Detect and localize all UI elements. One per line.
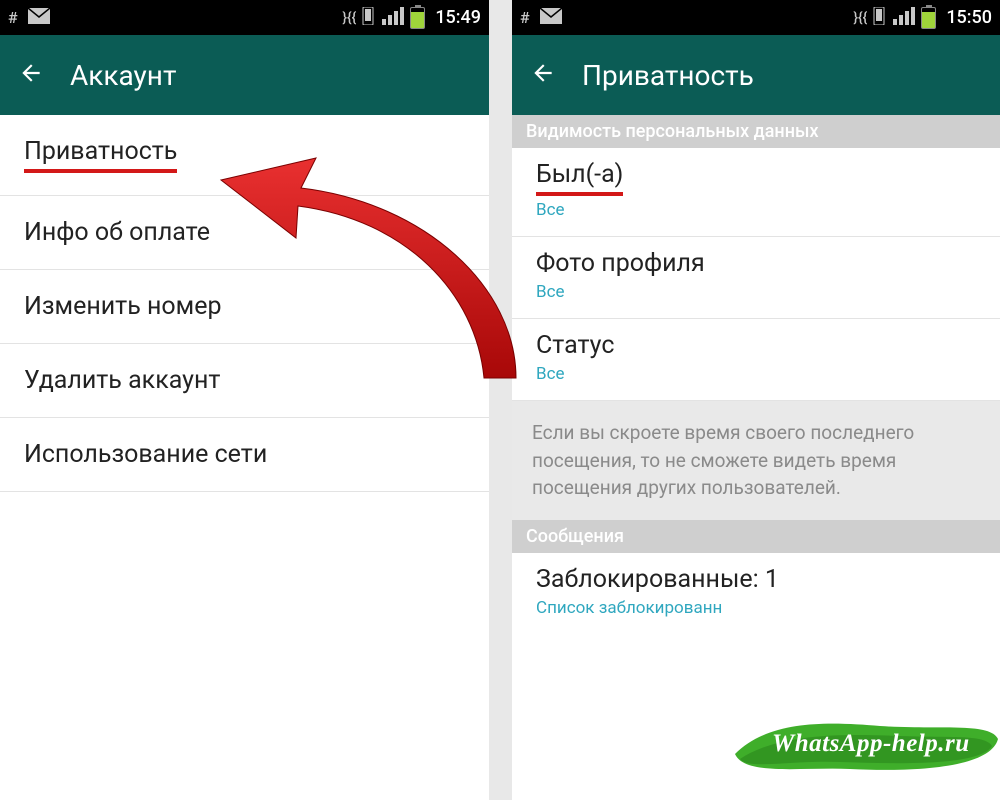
- row-profile-photo-label: Фото профиля: [536, 249, 976, 278]
- section-messages: Сообщения: [512, 520, 1000, 553]
- back-icon[interactable]: [530, 60, 556, 90]
- row-status-value: Все: [536, 364, 976, 384]
- watermark: WhatsApp-help.ru: [730, 714, 1000, 778]
- row-last-seen[interactable]: Был(-а) Все: [512, 148, 1000, 237]
- row-profile-photo-value: Все: [536, 282, 976, 302]
- appbar: Аккаунт: [0, 35, 489, 115]
- vibrate-icon: }{{: [853, 10, 867, 26]
- row-blocked-value: Список заблокированн: [536, 598, 976, 618]
- item-privacy-label: Приватность: [24, 137, 177, 173]
- row-last-seen-label: Был(-а): [536, 160, 623, 196]
- item-change-number[interactable]: Изменить номер: [0, 270, 489, 344]
- row-profile-photo[interactable]: Фото профиля Все: [512, 237, 1000, 319]
- battery-icon: [410, 7, 425, 29]
- status-time: 15:49: [435, 7, 481, 28]
- mail-icon: [28, 8, 50, 28]
- screen-account: # }{{ 15:49 Аккаунт Приватность Инфо об …: [0, 0, 489, 800]
- section-visibility: Видимость персональных данных: [512, 115, 1000, 148]
- data-icon: [873, 7, 885, 29]
- status-bar: # }{{ 15:49: [0, 0, 489, 35]
- back-icon[interactable]: [18, 60, 44, 90]
- row-status-label: Статус: [536, 331, 976, 360]
- battery-icon: [921, 7, 936, 29]
- row-status[interactable]: Статус Все: [512, 319, 1000, 401]
- hash-icon: #: [520, 8, 530, 27]
- watermark-text: WhatsApp-help.ru: [772, 730, 970, 758]
- status-time: 15:50: [946, 7, 992, 28]
- screen-privacy: # }{{ 15:50 Приватность Видимость персон…: [512, 0, 1000, 800]
- vibrate-icon: }{{: [342, 10, 356, 26]
- item-network-usage[interactable]: Использование сети: [0, 418, 489, 492]
- privacy-info-text: Если вы скроете время своего последнего …: [512, 401, 1000, 520]
- row-last-seen-value: Все: [536, 200, 976, 220]
- page-title: Приватность: [582, 59, 754, 92]
- data-icon: [362, 7, 374, 29]
- item-delete-account[interactable]: Удалить аккаунт: [0, 344, 489, 418]
- hash-icon: #: [8, 8, 18, 27]
- page-title: Аккаунт: [70, 59, 176, 92]
- row-blocked[interactable]: Заблокированные: 1 Список заблокированн: [512, 553, 1000, 634]
- appbar: Приватность: [512, 35, 1000, 115]
- mail-icon: [540, 8, 562, 28]
- signal-icon: [891, 7, 915, 29]
- status-bar: # }{{ 15:50: [512, 0, 1000, 35]
- item-privacy[interactable]: Приватность: [0, 115, 489, 196]
- item-payment-info[interactable]: Инфо об оплате: [0, 196, 489, 270]
- signal-icon: [380, 7, 404, 29]
- row-blocked-label: Заблокированные: 1: [536, 565, 976, 594]
